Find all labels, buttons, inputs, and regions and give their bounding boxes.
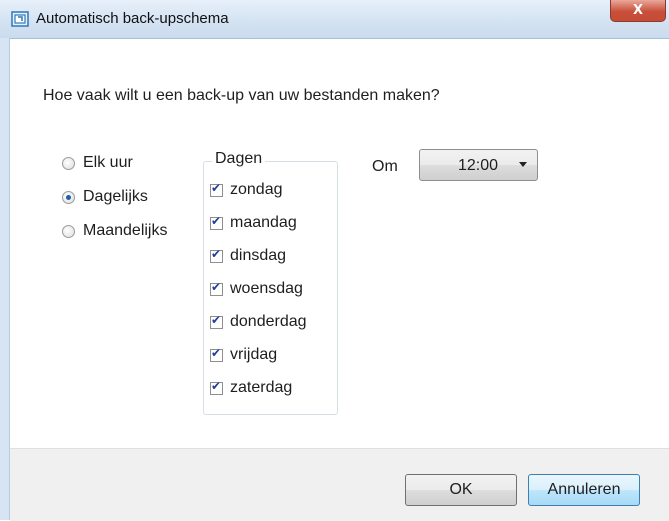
checkbox-label: woensdag bbox=[230, 280, 303, 297]
checkbox-monday[interactable]: maandag bbox=[210, 211, 297, 235]
backup-app-icon bbox=[11, 11, 29, 27]
time-value: 12:00 bbox=[458, 157, 499, 174]
checkbox-saturday[interactable]: zaterdag bbox=[210, 376, 292, 400]
radio-button-selected[interactable] bbox=[62, 190, 75, 204]
window-frame-left bbox=[0, 38, 10, 520]
days-group: Dagen zondag maandag dinsdag woensdag do… bbox=[203, 150, 338, 415]
radio-daily[interactable]: Dagelijks bbox=[62, 185, 148, 209]
checkbox-sunday[interactable]: zondag bbox=[210, 178, 283, 202]
radio-button[interactable] bbox=[62, 224, 75, 238]
checkbox[interactable] bbox=[210, 313, 223, 329]
question-text: Hoe vaak wilt u een back-up van uw besta… bbox=[43, 87, 440, 104]
days-group-title: Dagen bbox=[212, 150, 266, 168]
checkbox-label: dinsdag bbox=[230, 247, 287, 264]
close-button[interactable]: X bbox=[610, 0, 666, 22]
checkbox-label: vrijdag bbox=[230, 346, 278, 363]
dialog-content: Hoe vaak wilt u een back-up van uw besta… bbox=[10, 39, 669, 447]
checkbox-label: zaterdag bbox=[230, 379, 293, 396]
time-dropdown[interactable]: 12:00 bbox=[419, 149, 538, 181]
checkbox-tuesday[interactable]: dinsdag bbox=[210, 244, 286, 268]
checkbox[interactable] bbox=[210, 346, 223, 362]
checkbox-thursday[interactable]: donderdag bbox=[210, 310, 307, 334]
title-bar[interactable]: Automatisch back-upschema X bbox=[0, 0, 669, 39]
chevron-down-icon bbox=[519, 162, 527, 167]
time-label: Om bbox=[372, 158, 398, 175]
checkbox-label: maandag bbox=[230, 214, 297, 231]
checkbox-label: donderdag bbox=[230, 313, 307, 330]
backup-schedule-dialog: Automatisch back-upschema X Hoe vaak wil… bbox=[0, 0, 669, 521]
checkbox-friday[interactable]: vrijdag bbox=[210, 343, 277, 367]
close-icon: X bbox=[633, 3, 644, 18]
checkbox[interactable] bbox=[210, 247, 223, 263]
radio-label: Dagelijks bbox=[83, 188, 148, 205]
cancel-button[interactable]: Annuleren bbox=[528, 474, 640, 506]
radio-button[interactable] bbox=[62, 156, 75, 170]
radio-label: Maandelijks bbox=[83, 222, 168, 239]
checkbox[interactable] bbox=[210, 280, 223, 296]
window-title: Automatisch back-upschema bbox=[36, 10, 229, 27]
dialog-footer: OK Annuleren bbox=[10, 448, 669, 521]
checkbox[interactable] bbox=[210, 214, 223, 230]
checkbox[interactable] bbox=[210, 181, 223, 197]
radio-monthly[interactable]: Maandelijks bbox=[62, 219, 167, 243]
radio-label: Elk uur bbox=[83, 154, 133, 171]
checkbox-label: zondag bbox=[230, 181, 283, 198]
checkbox-wednesday[interactable]: woensdag bbox=[210, 277, 303, 301]
checkbox[interactable] bbox=[210, 379, 223, 395]
radio-hourly[interactable]: Elk uur bbox=[62, 151, 133, 175]
ok-button[interactable]: OK bbox=[405, 474, 517, 506]
